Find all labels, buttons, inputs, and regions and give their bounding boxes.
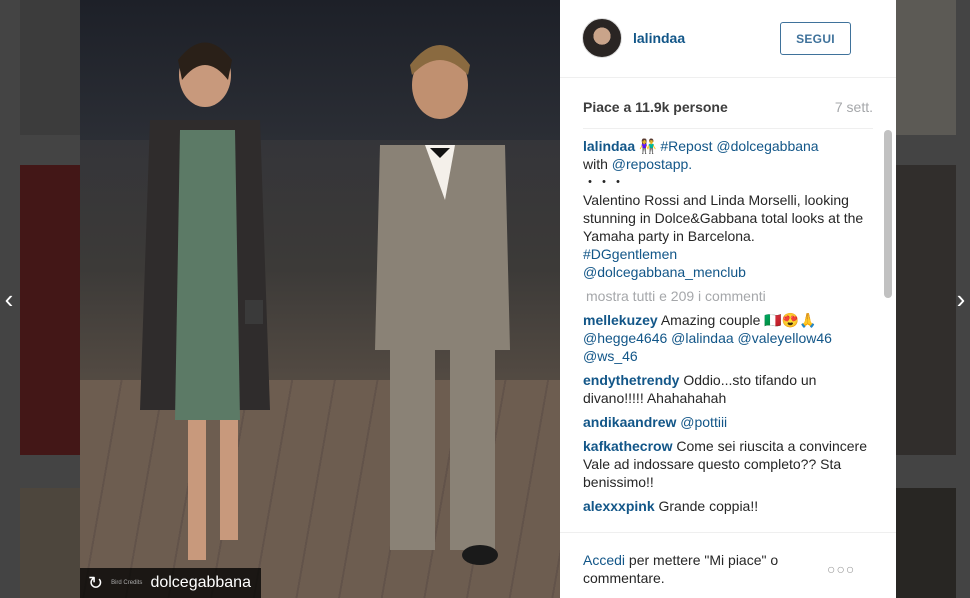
post-header: lalindaa SEGUI	[560, 0, 896, 78]
couple-emoji: 👫	[639, 138, 657, 154]
scrollbar-thumb[interactable]	[884, 130, 892, 298]
comment-item: endythetrendy Oddio...sto tifando un div…	[583, 371, 873, 407]
comments-scrollbar[interactable]	[884, 130, 892, 530]
menclub-mention[interactable]: @dolcegabbana_menclub	[583, 263, 873, 281]
comment-username[interactable]: alexxxpink	[583, 498, 655, 514]
comment-mentions[interactable]: @hegge4646 @lalindaa @valeyellow46 @ws_4…	[583, 329, 873, 365]
caption-body: Valentino Rossi and Linda Morselli, look…	[583, 192, 864, 244]
comments-list: lalindaa 👫 #Repost @dolcegabbana with @r…	[583, 128, 873, 528]
comment-text: Amazing couple 🇮🇹😍🙏	[660, 312, 817, 328]
repost-icon: ↻	[88, 572, 104, 593]
caption: lalindaa 👫 #Repost @dolcegabbana with @r…	[583, 137, 873, 281]
follow-button[interactable]: SEGUI	[780, 22, 851, 55]
show-all-comments-link[interactable]: mostra tutti e 209 i commenti	[586, 287, 873, 305]
likes-row: Piace a 11.9k persone 7 sett.	[583, 99, 873, 119]
login-prompt: Accedi per mettere "Mi piace" o commenta…	[583, 551, 813, 587]
comment-item: kafkathecrow Come sei riuscita a convinc…	[583, 437, 873, 491]
caption-with-text: with	[583, 156, 608, 172]
avatar[interactable]	[582, 18, 622, 58]
dggentlemen-hashtag[interactable]: #DGgentlemen	[583, 245, 873, 263]
comment-username[interactable]: kafkathecrow	[583, 438, 672, 454]
previous-arrow-icon[interactable]: ‹	[0, 284, 18, 314]
repostapp-mention[interactable]: @repostapp.	[612, 156, 692, 172]
dolcegabbana-mention[interactable]: @dolcegabbana	[716, 138, 818, 154]
likes-count[interactable]: Piace a 11.9k persone	[583, 99, 728, 115]
repost-hashtag[interactable]: #Repost	[660, 138, 712, 154]
comment-mentions[interactable]: @pottiii	[680, 414, 727, 430]
post-side-panel: lalindaa SEGUI Piace a 11.9k persone 7 s…	[560, 0, 896, 598]
caption-dots: ・・・	[583, 174, 625, 190]
woman-figure	[140, 42, 270, 560]
repost-badge: ↻ Bird Credits dolcegabbana	[80, 568, 261, 598]
post-photo[interactable]: ↻ Bird Credits dolcegabbana	[80, 0, 560, 598]
repost-credit-text: Bird Credits	[111, 580, 143, 586]
login-link[interactable]: Accedi	[583, 552, 625, 568]
post-timestamp[interactable]: 7 sett.	[835, 99, 873, 115]
man-figure	[375, 45, 510, 565]
more-options-icon[interactable]: ○○○	[827, 561, 855, 577]
comment-username[interactable]: andikaandrew	[583, 414, 676, 430]
comment-text: Grande coppia!!	[658, 498, 759, 514]
next-arrow-icon[interactable]: ›	[952, 284, 970, 314]
comment-item: andikaandrew @pottiii	[583, 413, 873, 431]
comment-username[interactable]: endythetrendy	[583, 372, 679, 388]
comment-item: mellekuzey Amazing couple 🇮🇹😍🙏 @hegge464…	[583, 311, 873, 365]
post-modal: ↻ Bird Credits dolcegabbana lalindaa SEG…	[80, 0, 896, 598]
post-username[interactable]: lalindaa	[633, 30, 685, 46]
caption-username[interactable]: lalindaa	[583, 138, 635, 154]
repost-source-name: dolcegabbana	[150, 574, 251, 591]
comment-item: alexxxpink Grande coppia!!	[583, 497, 873, 515]
post-footer: Accedi per mettere "Mi piace" o commenta…	[560, 532, 896, 598]
comment-username[interactable]: mellekuzey	[583, 312, 658, 328]
